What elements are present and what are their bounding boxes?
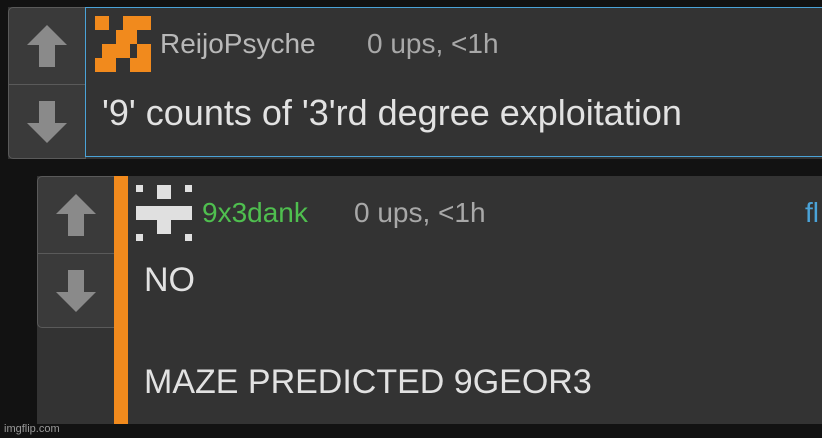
comment-text-line1: NO [144, 261, 195, 299]
downvote-button[interactable] [38, 253, 114, 327]
up-arrow-icon [27, 25, 67, 67]
up-arrow-icon [56, 194, 96, 236]
username[interactable]: ReijoPsyche [160, 28, 316, 60]
watermark: imgflip.com [4, 423, 60, 435]
comment-text: '9' counts of '3'rd degree exploitation [102, 92, 682, 133]
reply-stripe [114, 176, 128, 424]
flag-link[interactable]: fl [805, 197, 819, 229]
upvote-button[interactable] [9, 8, 85, 84]
comment-meta: 0 ups, <1h [367, 28, 499, 59]
avatar-icon[interactable] [95, 16, 151, 72]
upvote-button[interactable] [38, 177, 114, 253]
comment-body: 9x3dank 0 ups, <1h fl NO MAZE PREDICTED … [128, 176, 822, 424]
down-arrow-icon [56, 269, 96, 312]
vote-box [37, 176, 115, 328]
vote-box [8, 7, 86, 159]
comment-body: ReijoPsyche 0 ups, <1h '9' counts of '3'… [85, 7, 822, 157]
comment-text-line2: MAZE PREDICTED 9GEOR3 [144, 363, 592, 401]
downvote-button[interactable] [9, 84, 85, 158]
down-arrow-icon [27, 100, 67, 143]
comment-reijopsyche: ReijoPsyche 0 ups, <1h '9' counts of '3'… [8, 7, 822, 159]
comment-meta: 0 ups, <1h [354, 197, 486, 228]
username[interactable]: 9x3dank [202, 197, 308, 229]
comment-9x3dank: 9x3dank 0 ups, <1h fl NO MAZE PREDICTED … [37, 176, 822, 424]
avatar-icon[interactable] [136, 185, 192, 241]
